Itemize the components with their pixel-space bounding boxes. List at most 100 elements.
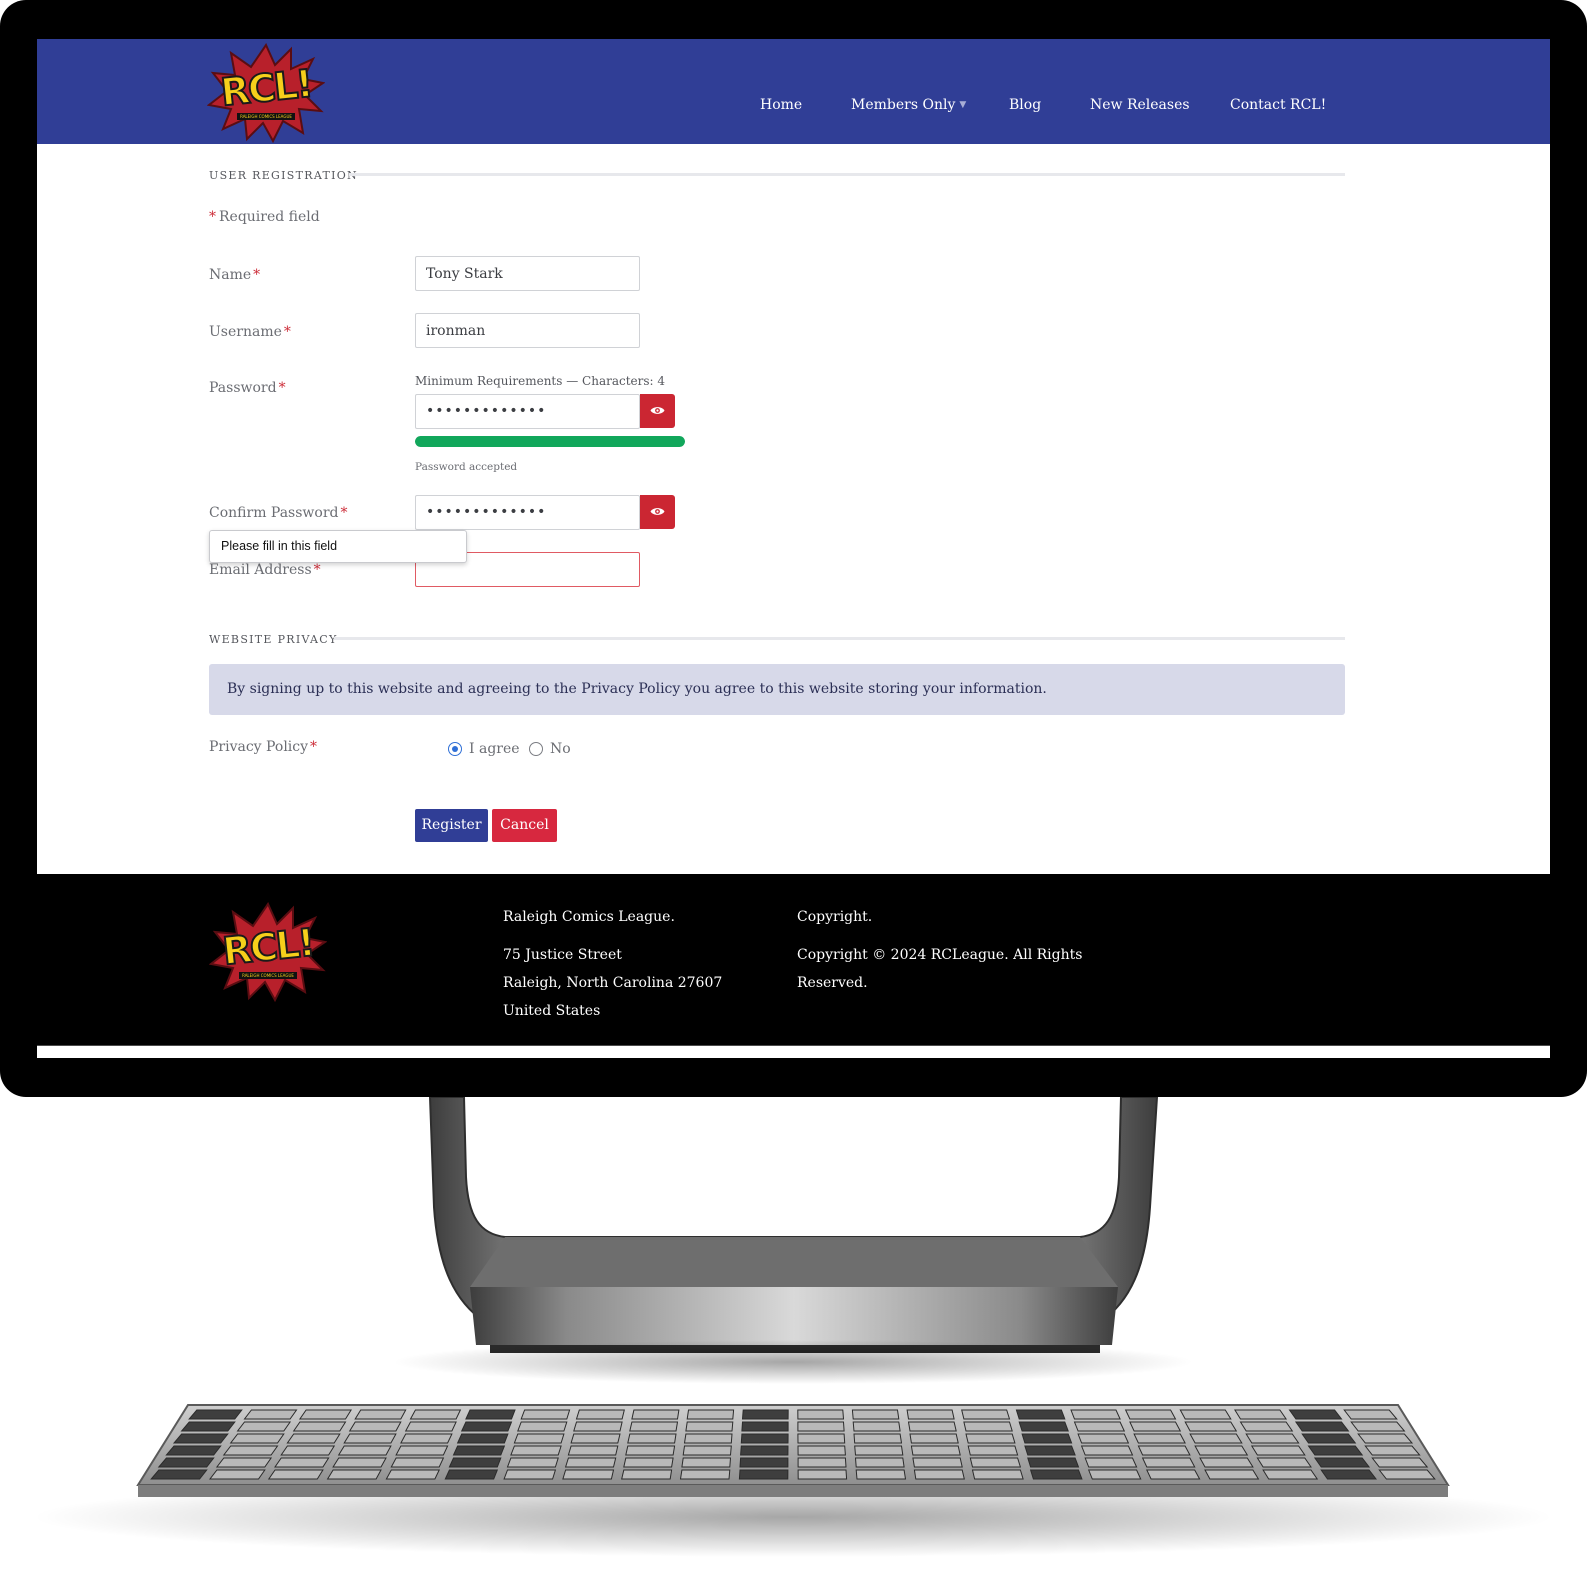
keyboard-key <box>1073 1421 1126 1432</box>
name-input[interactable] <box>415 256 640 291</box>
keyboard-key <box>679 1469 731 1480</box>
keyboard-key <box>1245 1433 1300 1444</box>
radio-i-agree[interactable] <box>448 742 462 756</box>
keyboard-key <box>465 1409 516 1420</box>
keyboard-key <box>1371 1457 1429 1468</box>
footer-address-country: United States <box>503 1003 601 1019</box>
keyboard-key <box>395 1445 449 1456</box>
keyboard-key <box>1294 1421 1350 1432</box>
keyboard-key <box>400 1433 453 1444</box>
keyboard-key <box>409 1409 462 1420</box>
keyboard-key <box>404 1421 457 1432</box>
keyboard-key <box>1015 1409 1066 1420</box>
keyboard-key <box>741 1421 789 1432</box>
nav-members-only[interactable]: Members Only ▼ <box>851 94 966 116</box>
rcl-logo[interactable]: RCL! RALEIGH COMICS LEAGUE <box>207 43 325 143</box>
email-label: Email Address * <box>209 560 321 580</box>
keyboard-key <box>907 1421 957 1432</box>
required-marker: * <box>253 267 261 283</box>
keyboard-key <box>517 1421 568 1432</box>
keyboard-key <box>1301 1433 1357 1444</box>
keyboard-key <box>444 1469 499 1480</box>
keyboard-key <box>1256 1457 1312 1468</box>
keyboard-key <box>165 1445 222 1456</box>
email-label-text: Email Address <box>209 562 312 578</box>
keyboard-key <box>280 1445 336 1456</box>
site-header: RCL! RALEIGH COMICS LEAGUE Home Members … <box>37 39 1550 144</box>
keyboard-key <box>797 1421 845 1432</box>
username-input[interactable] <box>415 313 640 348</box>
site-footer: RCL! RALEIGH COMICS LEAGUE Raleigh Comic… <box>37 874 1550 1045</box>
keyboard-key <box>1029 1469 1083 1480</box>
keyboard-key <box>503 1469 557 1480</box>
keyboard-key <box>1250 1445 1306 1456</box>
username-label-text: Username <box>209 324 282 340</box>
nav-home[interactable]: Home <box>760 94 802 116</box>
show-password-button[interactable] <box>640 394 675 428</box>
password-label-text: Password <box>209 380 277 396</box>
keyboard-key <box>851 1409 900 1420</box>
keyboard-key <box>1087 1469 1142 1480</box>
keyboard-key <box>1077 1433 1130 1444</box>
keyboard-key <box>172 1433 229 1444</box>
required-note-text: Required field <box>219 209 320 225</box>
keyboard-key <box>965 1433 1016 1444</box>
keyboard-key <box>913 1469 965 1480</box>
nav-blog[interactable]: Blog <box>1009 94 1041 116</box>
keyboard-key <box>1350 1421 1406 1432</box>
keyboard-key <box>1307 1445 1364 1456</box>
keyboard-key <box>215 1457 273 1468</box>
password-input[interactable]: ••••••••••••• <box>415 394 640 429</box>
footer-address-column: Raleigh Comics League. 75 Justice Street… <box>503 907 763 1027</box>
keyboard-key <box>348 1421 402 1432</box>
keyboard-key <box>456 1433 509 1444</box>
register-button[interactable]: Register <box>415 809 488 842</box>
keyboard-key <box>267 1469 324 1480</box>
footer-org-title: Raleigh Comics League. <box>503 909 675 925</box>
cancel-button[interactable]: Cancel <box>492 809 557 842</box>
nav-new-releases[interactable]: New Releases <box>1090 94 1190 116</box>
keyboard-key <box>855 1469 907 1480</box>
keyboard-key <box>1084 1457 1138 1468</box>
keyboard-key <box>274 1457 330 1468</box>
keyboard-key <box>460 1421 513 1432</box>
keyboard-key <box>797 1457 847 1468</box>
section-divider <box>334 637 1345 640</box>
keyboard-key <box>1027 1457 1080 1468</box>
keyboard-key <box>1357 1433 1414 1444</box>
keyboard-key <box>292 1421 347 1432</box>
keyboard-key <box>326 1469 382 1480</box>
keyboard-key <box>797 1445 846 1456</box>
keyboard-key <box>385 1469 440 1480</box>
privacy-notice: By signing up to this website and agreei… <box>209 664 1345 715</box>
show-confirm-password-button[interactable] <box>640 495 675 529</box>
radio-no-label[interactable]: No <box>550 739 571 759</box>
keyboard-key <box>332 1457 387 1468</box>
keyboard-key <box>188 1409 243 1420</box>
keyboard-key <box>157 1457 215 1468</box>
section-divider <box>349 173 1345 176</box>
radio-i-agree-label[interactable]: I agree <box>469 739 520 759</box>
keyboard-key <box>1364 1445 1421 1456</box>
keyboard-key <box>229 1433 285 1444</box>
footer-copyright-line-2: Reserved. <box>797 975 868 991</box>
keyboard-key <box>1199 1457 1254 1468</box>
footer-rcl-logo[interactable]: RCL! RALEIGH COMICS LEAGUE <box>209 902 327 1002</box>
eye-icon <box>650 407 665 414</box>
keyboard-key <box>629 1421 679 1432</box>
keyboard-key <box>1018 1421 1069 1432</box>
nav-contact[interactable]: Contact RCL! <box>1230 94 1326 116</box>
keyboard-key <box>1080 1445 1134 1456</box>
required-marker: * <box>283 324 291 340</box>
footer-address-street: 75 Justice Street <box>503 947 622 963</box>
confirm-password-input[interactable]: ••••••••••••• <box>415 495 640 530</box>
monitor-stand-and-keyboard <box>33 1097 1553 1557</box>
keyboard-key <box>570 1433 621 1444</box>
keyboard-key <box>1343 1409 1398 1420</box>
radio-no[interactable] <box>529 742 543 756</box>
eye-icon <box>650 508 665 515</box>
keyboard-key <box>627 1433 677 1444</box>
keyboard-key <box>682 1445 732 1456</box>
keyboard-key <box>448 1457 502 1468</box>
keyboard-key <box>625 1445 676 1456</box>
